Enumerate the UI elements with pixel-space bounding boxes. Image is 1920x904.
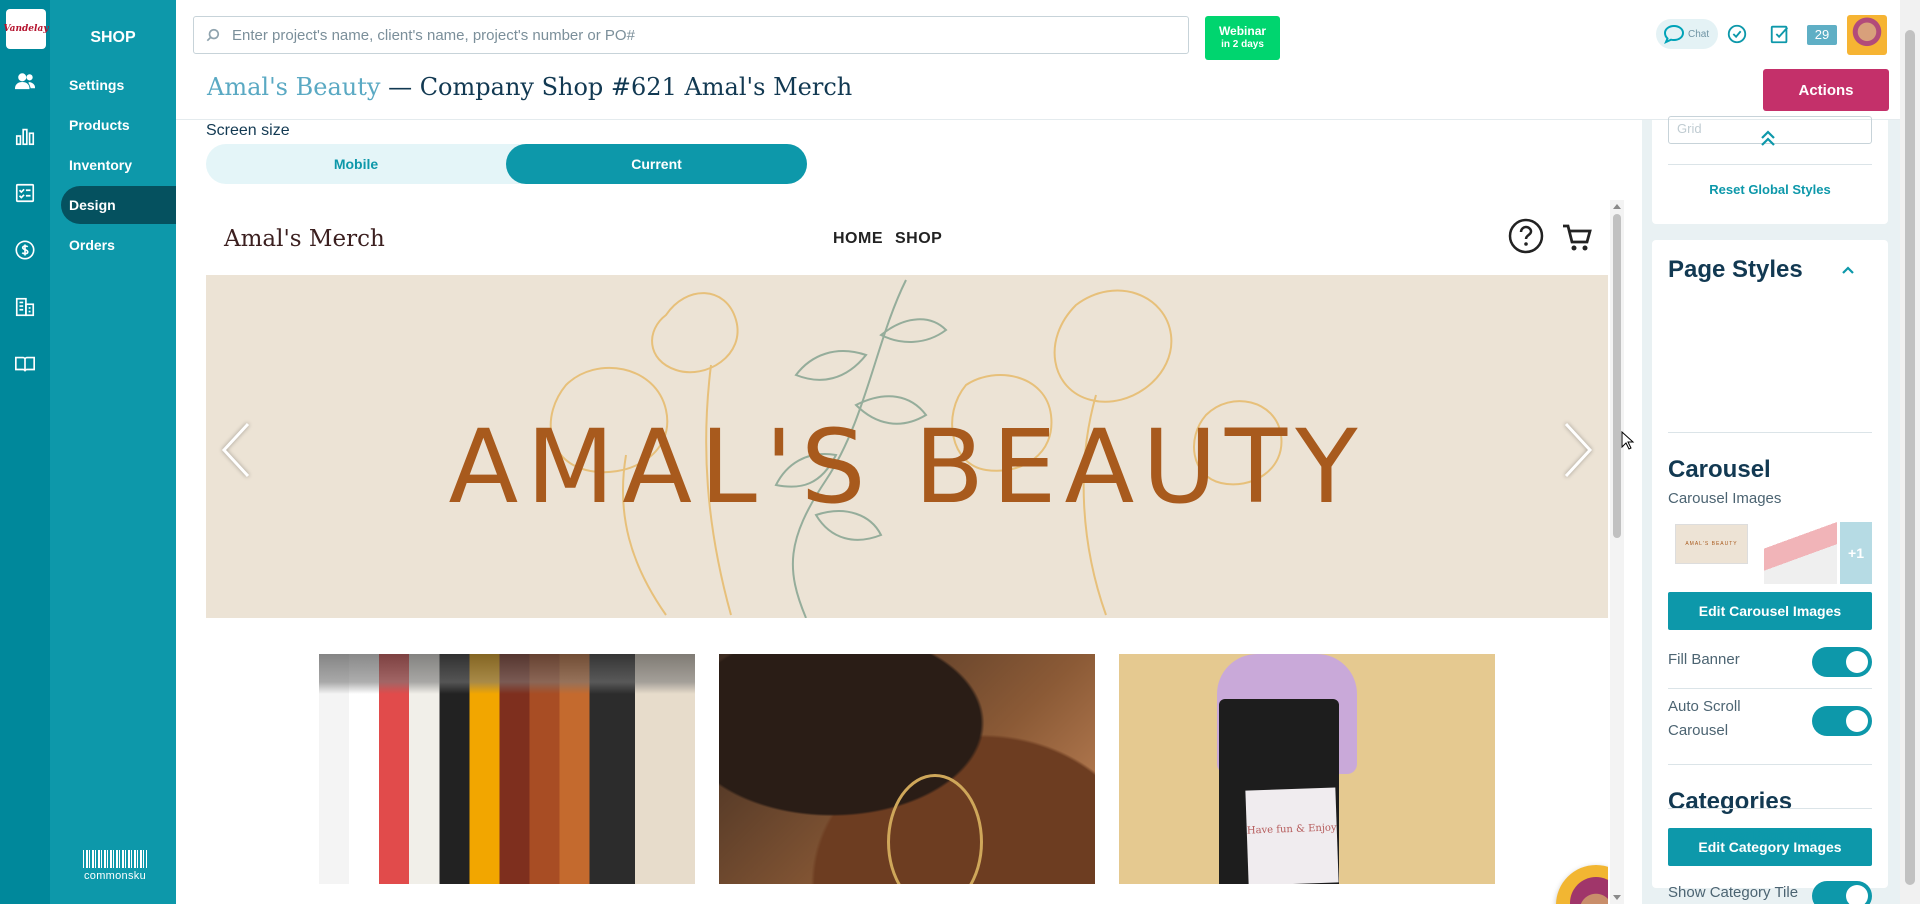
checklist-icon[interactable] bbox=[13, 181, 37, 205]
scroll-down-icon[interactable] bbox=[1613, 895, 1621, 900]
sidebar-item-settings[interactable]: Settings bbox=[50, 66, 176, 104]
divider bbox=[1668, 808, 1872, 809]
reset-global-styles-button[interactable]: Reset Global Styles bbox=[1668, 182, 1872, 197]
auto-scroll-label: Auto Scroll Carousel bbox=[1668, 698, 1741, 739]
building-icon[interactable] bbox=[13, 295, 37, 319]
screen-size-label: Screen size bbox=[206, 122, 290, 139]
design-main: Screen size Mobile Current Amal's Merch … bbox=[176, 120, 1642, 904]
clock-check-icon[interactable] bbox=[1726, 23, 1750, 47]
shop-sidebar: SHOP Settings Products Inventory Design … bbox=[50, 0, 176, 904]
carousel-thumb-2[interactable] bbox=[1764, 522, 1837, 584]
client-link[interactable]: Amal's Beauty bbox=[207, 73, 380, 101]
carousel-thumb-1[interactable]: AMAL'S BEAUTY bbox=[1675, 524, 1748, 564]
webinar-button[interactable]: Webinar in 2 days bbox=[1205, 16, 1280, 60]
support-chat-widget[interactable] bbox=[1556, 865, 1608, 904]
carousel-prev-arrow[interactable] bbox=[216, 420, 256, 480]
users-icon[interactable] bbox=[13, 69, 37, 93]
more-images-count[interactable]: +1 bbox=[1840, 522, 1872, 584]
cart-icon[interactable] bbox=[1560, 220, 1594, 254]
user-avatar[interactable] bbox=[1847, 15, 1887, 55]
sidebar-item-design[interactable]: Design bbox=[61, 186, 176, 224]
sidebar-item-orders[interactable]: Orders bbox=[50, 226, 176, 264]
shop-nav: HOME SHOP bbox=[833, 230, 954, 248]
chat-button[interactable]: Chat bbox=[1656, 19, 1718, 49]
divider bbox=[1668, 432, 1872, 433]
page-scroll-thumb[interactable] bbox=[1905, 30, 1915, 885]
company-logo[interactable]: Vandelay bbox=[3, 9, 49, 49]
page-styles-card: Page Styles Carousel Carousel Images AMA… bbox=[1652, 240, 1888, 904]
auto-scroll-toggle[interactable] bbox=[1812, 706, 1872, 736]
divider bbox=[1668, 688, 1872, 689]
shop-name: Amal's Merch bbox=[224, 226, 385, 252]
global-styles-card: Grid Reset Global Styles bbox=[1652, 116, 1888, 224]
category-tile-bags[interactable]: Have fun & Enjoy bbox=[1119, 654, 1495, 884]
search-input[interactable] bbox=[232, 26, 1132, 44]
category-tile-apparel[interactable] bbox=[319, 654, 695, 884]
sidebar-title: SHOP bbox=[90, 29, 136, 46]
scroll-thumb[interactable] bbox=[1613, 214, 1621, 538]
barcode-graphic bbox=[83, 850, 147, 868]
shop-title-text: — Company Shop #621 Amal's Merch bbox=[380, 73, 853, 101]
shop-nav-shop[interactable]: SHOP bbox=[895, 230, 942, 247]
preview-scrollbar[interactable] bbox=[1610, 200, 1624, 904]
tasks-icon[interactable] bbox=[1769, 23, 1793, 47]
banner-title: AMAL'S BEAUTY bbox=[448, 408, 1366, 527]
search-icon bbox=[206, 28, 220, 42]
actions-button[interactable]: Actions bbox=[1763, 69, 1889, 111]
page-scrollbar[interactable] bbox=[1900, 0, 1920, 904]
webinar-label: Webinar bbox=[1218, 24, 1267, 38]
fill-banner-label: Fill Banner bbox=[1668, 651, 1740, 668]
styles-panel: Grid Reset Global Styles Page Styles Car… bbox=[1642, 116, 1900, 904]
global-search bbox=[193, 16, 1189, 54]
help-icon[interactable] bbox=[1508, 218, 1544, 254]
divider bbox=[1668, 164, 1872, 165]
carousel-thumbnails: AMAL'S BEAUTY +1 bbox=[1668, 522, 1872, 584]
screen-current-option[interactable]: Current bbox=[506, 144, 807, 184]
commonsku-logo: commonsku bbox=[83, 850, 147, 882]
logo-text: Vandelay bbox=[3, 24, 49, 34]
chat-bubble-icon bbox=[1663, 24, 1685, 44]
brand-text: commonsku bbox=[84, 870, 146, 882]
carousel-title: Carousel bbox=[1668, 456, 1771, 483]
carousel-images-label: Carousel Images bbox=[1668, 490, 1782, 507]
hero-banner: AMAL'S BEAUTY bbox=[206, 275, 1608, 618]
sidebar-item-products[interactable]: Products bbox=[50, 106, 176, 144]
category-tile-accessories[interactable] bbox=[719, 654, 1095, 884]
page-styles-title: Page Styles bbox=[1668, 256, 1803, 283]
top-header: Webinar in 2 days Chat 29 Amal's Beauty … bbox=[176, 0, 1900, 120]
reset-page-styles-button[interactable]: Reset Page Styles bbox=[1668, 828, 1872, 843]
mouse-cursor-icon bbox=[1621, 431, 1635, 450]
bar-chart-icon[interactable] bbox=[13, 124, 37, 148]
show-category-tile-label: Show Category Tile bbox=[1668, 884, 1799, 901]
chevron-up-icon[interactable] bbox=[1838, 260, 1858, 280]
icon-rail: Vandelay bbox=[0, 0, 50, 904]
carousel-next-arrow[interactable] bbox=[1558, 420, 1598, 480]
collapse-up-icon[interactable] bbox=[1758, 128, 1778, 148]
shop-preview: Amal's Merch HOME SHOP AMAL'S BEAUTY Hav… bbox=[206, 200, 1608, 904]
page-title: Amal's Beauty — Company Shop #621 Amal's… bbox=[207, 73, 852, 101]
screen-mobile-option[interactable]: Mobile bbox=[206, 144, 506, 184]
notification-badge[interactable]: 29 bbox=[1807, 25, 1837, 45]
scroll-up-icon[interactable] bbox=[1613, 204, 1621, 209]
book-icon[interactable] bbox=[13, 352, 37, 376]
fill-banner-toggle[interactable] bbox=[1812, 647, 1872, 677]
tote-print: Have fun & Enjoy bbox=[1245, 787, 1339, 884]
divider bbox=[1668, 764, 1872, 765]
edit-carousel-images-button[interactable]: Edit Carousel Images bbox=[1668, 592, 1872, 630]
show-category-tile-toggle[interactable] bbox=[1812, 881, 1872, 904]
webinar-countdown: in 2 days bbox=[1221, 39, 1264, 50]
shop-nav-home[interactable]: HOME bbox=[833, 230, 883, 247]
support-agent-avatar bbox=[1570, 877, 1608, 904]
sidebar-item-inventory[interactable]: Inventory bbox=[50, 146, 176, 184]
categories-title: Categories bbox=[1668, 788, 1793, 815]
dollar-icon[interactable] bbox=[13, 238, 37, 262]
chat-label: Chat bbox=[1688, 28, 1710, 40]
screen-size-toggle: Mobile Current bbox=[206, 144, 807, 184]
